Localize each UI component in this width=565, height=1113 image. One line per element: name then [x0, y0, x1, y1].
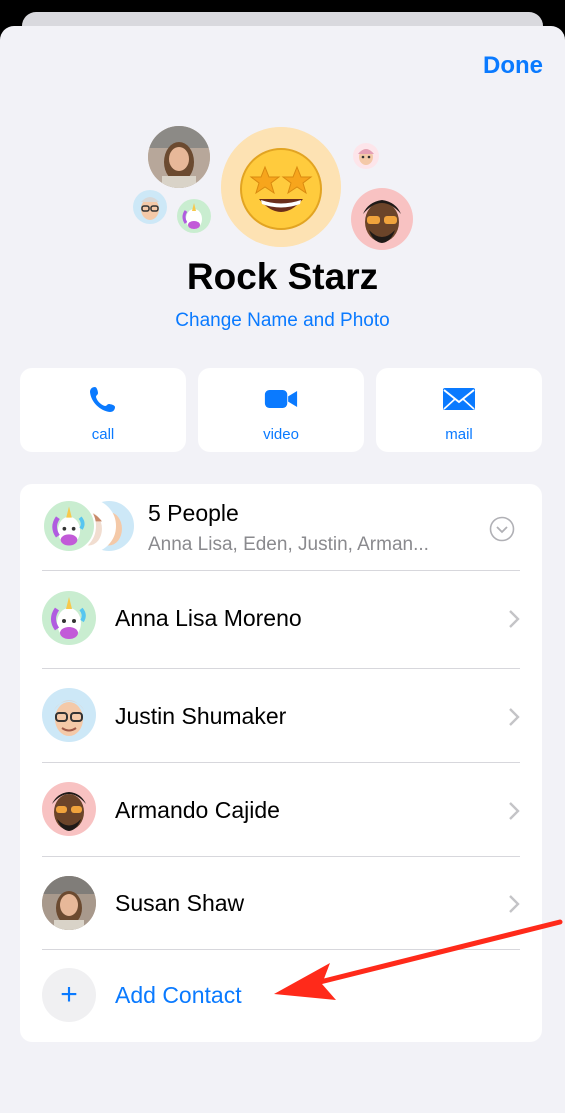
phone-icon [86, 384, 120, 414]
contact-name: Armando Cajide [115, 797, 280, 823]
chevron-right-icon [509, 895, 520, 913]
group-avatar[interactable] [221, 127, 341, 247]
contact-avatar-sunglasses [42, 782, 96, 836]
change-name-photo-link[interactable]: Change Name and Photo [0, 310, 565, 332]
contact-row[interactable]: Justin Shumaker [20, 669, 542, 763]
call-button[interactable]: call [20, 368, 186, 452]
contact-row[interactable]: Susan Shaw [20, 857, 542, 950]
video-label: video [263, 426, 299, 443]
call-label: call [91, 426, 115, 443]
group-name: Rock Starz [186, 256, 379, 297]
add-contact-button[interactable]: Add Contact [115, 982, 242, 1009]
video-icon [264, 384, 298, 414]
contact-row[interactable]: Anna Lisa Moreno [20, 571, 542, 669]
contact-name: Justin Shumaker [115, 703, 287, 729]
member-memoji-sunglasses-small [351, 188, 413, 250]
plus-icon[interactable]: + [42, 968, 96, 1022]
expand-chevron-icon[interactable] [489, 516, 515, 542]
chevron-right-icon [509, 610, 520, 628]
people-summary-row[interactable]: 5 People Anna Lisa, Eden, Justin, Arman.… [20, 484, 542, 571]
video-button[interactable]: video [198, 368, 364, 452]
mail-label: mail [445, 426, 473, 443]
member-memoji-unicorn-small [177, 199, 211, 233]
member-photo-avatar [148, 126, 210, 188]
contact-avatar-glasses [42, 688, 96, 742]
contact-name: Susan Shaw [115, 890, 245, 916]
chevron-right-icon [509, 802, 520, 820]
contact-row[interactable]: Armando Cajide [20, 763, 542, 857]
contact-name: Anna Lisa Moreno [115, 605, 302, 631]
done-button[interactable]: Done [483, 52, 543, 80]
row-divider [42, 949, 520, 950]
people-count: 5 People [148, 500, 239, 526]
mail-icon [442, 384, 476, 414]
members-card: 5 People Anna Lisa, Eden, Justin, Arman.… [20, 484, 542, 1042]
member-memoji-glasses-small [133, 190, 167, 224]
stacked-avatar-1 [42, 499, 96, 553]
contact-avatar-photo [42, 876, 96, 930]
member-memoji-pink-small [353, 143, 379, 169]
chevron-right-icon [509, 708, 520, 726]
people-names-preview: Anna Lisa, Eden, Justin, Arman... [148, 534, 429, 555]
contact-avatar-unicorn [42, 591, 96, 645]
mail-button[interactable]: mail [376, 368, 542, 452]
